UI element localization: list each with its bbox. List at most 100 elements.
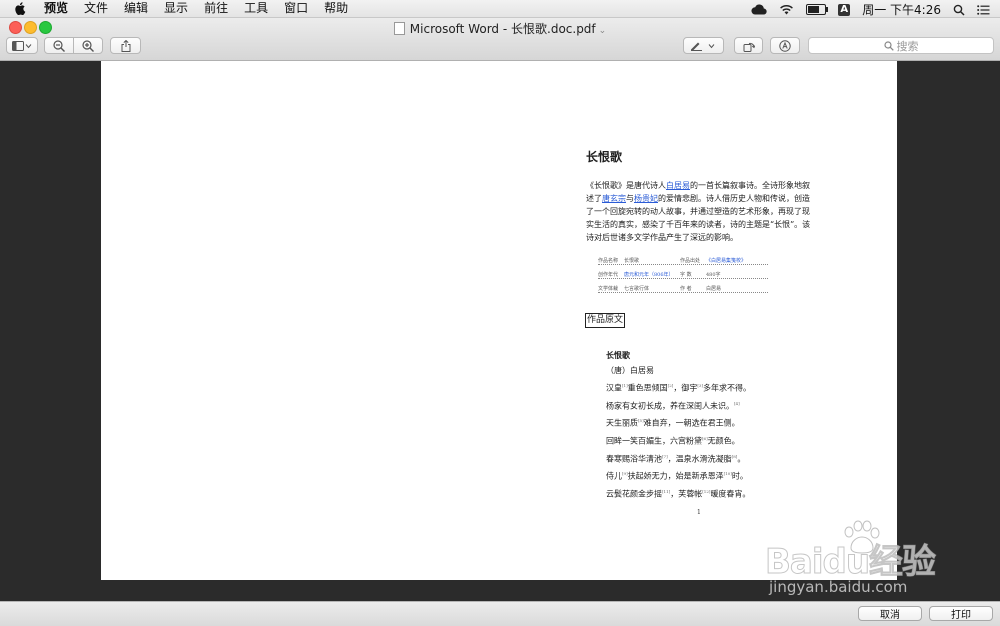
info-row: 创作年代 唐元和元年（806年）字 数 480字	[598, 271, 768, 279]
battery-level	[808, 6, 820, 13]
info-key: 文学体裁	[598, 286, 619, 292]
pdf-file-icon	[393, 22, 405, 35]
spotlight-search-icon[interactable]	[953, 4, 965, 16]
poem-text: 春寒赐浴华清池	[606, 454, 662, 464]
poem-text: 无颜色。	[707, 436, 740, 446]
poem-line: 杨家有女初长成，养在深闺人未识。[4]	[606, 396, 806, 414]
poem-text: ，温泉水滑洗凝脂	[667, 454, 732, 464]
share-button[interactable]	[110, 37, 141, 54]
footnote-marker[interactable]: [11]	[662, 489, 670, 494]
info-row: 文学体裁 七言歌行体 作 者 白居易	[598, 285, 768, 293]
poem-text: 回眸一笑百媚生，六宫粉黛	[606, 436, 702, 446]
intro-link[interactable]: 杨贵妃	[634, 194, 658, 203]
markup-icon	[779, 39, 791, 52]
document-page[interactable]: 长恨歌 《长恨歌》是唐代诗人白居易的一首长篇叙事诗。全诗形象地叙述了唐玄宗与杨贵…	[101, 61, 897, 580]
poem-title: 长恨歌	[606, 350, 630, 360]
poem-text: 侍儿	[606, 471, 622, 481]
menu-view[interactable]: 显示	[164, 1, 188, 16]
poem-line: 春寒赐浴华清池[7]，温泉水滑洗凝脂[8]。	[606, 449, 806, 467]
info-key: 作 者	[680, 286, 692, 292]
poem-text: 扶起娇无力，始是新承恩泽	[627, 471, 724, 481]
page-number: 1	[697, 509, 701, 516]
zoom-out-button[interactable]	[44, 37, 74, 54]
section-title: 作品原文	[585, 313, 626, 328]
info-table: 作品名称 长恨歌 作品出处 《白居易集笺校》创作年代 唐元和元年（806年）字 数 480…	[598, 257, 768, 299]
apple-icon[interactable]	[14, 2, 26, 15]
info-key: 字 数	[680, 272, 692, 278]
chevron-down-icon: ⌄	[598, 26, 607, 36]
window-toolbar: Microsoft Word - 长恨歌.doc.pdf ⌄ 搜索	[0, 18, 1000, 61]
info-value[interactable]: 唐元和元年（806年）	[624, 271, 680, 278]
info-value: 白居易	[706, 286, 722, 292]
info-value: 长恨歌	[624, 258, 640, 264]
info-key: 创作年代	[598, 272, 619, 278]
poem-text: 暖度春宵。	[710, 489, 751, 499]
input-method-indicator[interactable]: A	[838, 3, 851, 16]
baidu-watermark: Baidu经验 jingyan.baidu.com	[764, 520, 995, 600]
intro-text: 与	[626, 194, 634, 203]
watermark-logo-text: Baidu经验	[764, 542, 936, 583]
menu-file[interactable]: 文件	[84, 1, 108, 16]
info-value: 480字	[706, 272, 721, 278]
poem-author: （唐）白居易	[606, 366, 654, 375]
notification-center-icon[interactable]	[977, 4, 990, 15]
battery-icon[interactable]	[806, 4, 829, 15]
menu-go[interactable]: 前往	[204, 1, 228, 16]
search-icon	[883, 40, 894, 51]
share-icon	[121, 39, 130, 52]
rotate-button[interactable]	[734, 37, 763, 54]
zoom-out-icon	[53, 39, 65, 52]
poem-text: ，御宇	[673, 383, 698, 393]
markup-pen-button[interactable]	[683, 37, 724, 54]
footnote-marker[interactable]: [4]	[734, 401, 740, 406]
menu-bar: 预览 文件 编辑 显示 前往 工具 窗口 帮助 A 周一 下午4:26	[0, 0, 1000, 18]
menu-help[interactable]: 帮助	[324, 1, 348, 16]
poem-text: 时。	[731, 471, 748, 481]
info-row: 作品名称 长恨歌 作品出处 《白居易集笺校》	[598, 257, 768, 265]
window-title-text: Microsoft Word - 长恨歌.doc.pdf	[409, 22, 596, 36]
intro-link[interactable]: 白居易	[666, 181, 690, 190]
info-key: 作品名称	[598, 258, 619, 264]
poem-text: 多年求不得。	[703, 383, 752, 393]
menu-tools[interactable]: 工具	[244, 1, 268, 16]
poem-text: 难自弃，一朝选在君王侧。	[643, 418, 740, 428]
window-title[interactable]: Microsoft Word - 长恨歌.doc.pdf ⌄	[0, 20, 1000, 37]
zoom-in-button[interactable]	[73, 37, 103, 54]
pen-icon	[690, 42, 714, 51]
poem-line: 汉皇[1]重色思倾国[2]，御宇[3]多年求不得。	[606, 378, 806, 396]
poem-text: 杨家有女初长成，养在深闺人未识。	[606, 401, 734, 411]
print-button[interactable]: 打印	[929, 606, 993, 621]
footnote-marker[interactable]: [10]	[724, 471, 732, 476]
document-heading: 长恨歌	[586, 150, 623, 164]
poem-text: 。	[737, 454, 746, 464]
poem-line: 云鬓花颜金步摇[11]，芙蓉帐[12]暖度春宵。	[606, 484, 806, 502]
creative-cloud-icon[interactable]	[751, 4, 767, 15]
poem-text: ，芙蓉帐	[670, 489, 703, 499]
info-value[interactable]: 《白居易集笺校》	[706, 257, 762, 264]
poem-text: 天生丽质	[606, 418, 638, 428]
menu-edit[interactable]: 编辑	[124, 1, 148, 16]
info-key: 作品出处	[680, 258, 701, 264]
poem-lines: 汉皇[1]重色思倾国[2]，御宇[3]多年求不得。 杨家有女初长成，养在深闺人未识…	[606, 378, 806, 502]
poem-line: 回眸一笑百媚生，六宫粉黛[6]无颜色。	[606, 431, 806, 449]
intro-link[interactable]: 唐玄宗	[602, 194, 626, 203]
search-placeholder: 搜索	[896, 39, 919, 53]
menu-window[interactable]: 窗口	[284, 1, 308, 16]
intro-text: 《长恨歌》是唐代诗人	[586, 181, 666, 190]
poem-line: 侍儿[9]扶起娇无力，始是新承恩泽[10]时。	[606, 466, 806, 484]
poem-text: 重色思倾国	[627, 383, 668, 393]
sidebar-toggle-button[interactable]	[6, 37, 38, 54]
sidebar-icon	[12, 40, 32, 51]
watermark-url: jingyan.baidu.com	[769, 578, 908, 596]
rotate-icon	[743, 42, 755, 52]
cancel-button[interactable]: 取消	[858, 606, 922, 621]
menu-clock[interactable]: 周一 下午4:26	[862, 1, 941, 18]
intro-paragraph: 《长恨歌》是唐代诗人白居易的一首长篇叙事诗。全诗形象地叙述了唐玄宗与杨贵妃的爱情…	[586, 179, 814, 244]
menu-app-name[interactable]: 预览	[44, 1, 68, 16]
poem: 长恨歌 （唐）白居易 汉皇[1]重色思倾国[2]，御宇[3]多年求不得。 杨家有女…	[606, 348, 806, 502]
markup-toolbar-button[interactable]	[770, 37, 800, 54]
poem-text: 云鬓花颜金步摇	[606, 489, 662, 499]
search-field[interactable]: 搜索	[808, 37, 994, 54]
wifi-icon[interactable]	[779, 4, 794, 15]
poem-line: 天生丽质[5]难自弃，一朝选在君王侧。	[606, 413, 806, 431]
